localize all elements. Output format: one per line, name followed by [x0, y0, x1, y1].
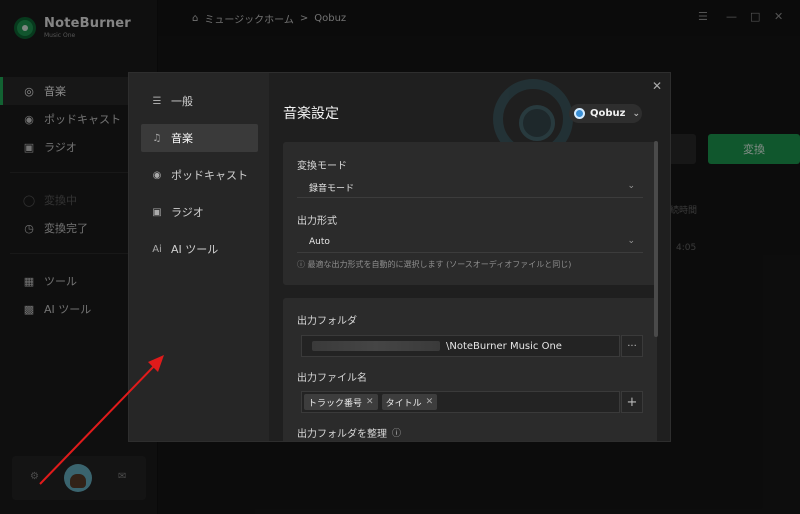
annotation-arrow — [39, 355, 164, 485]
